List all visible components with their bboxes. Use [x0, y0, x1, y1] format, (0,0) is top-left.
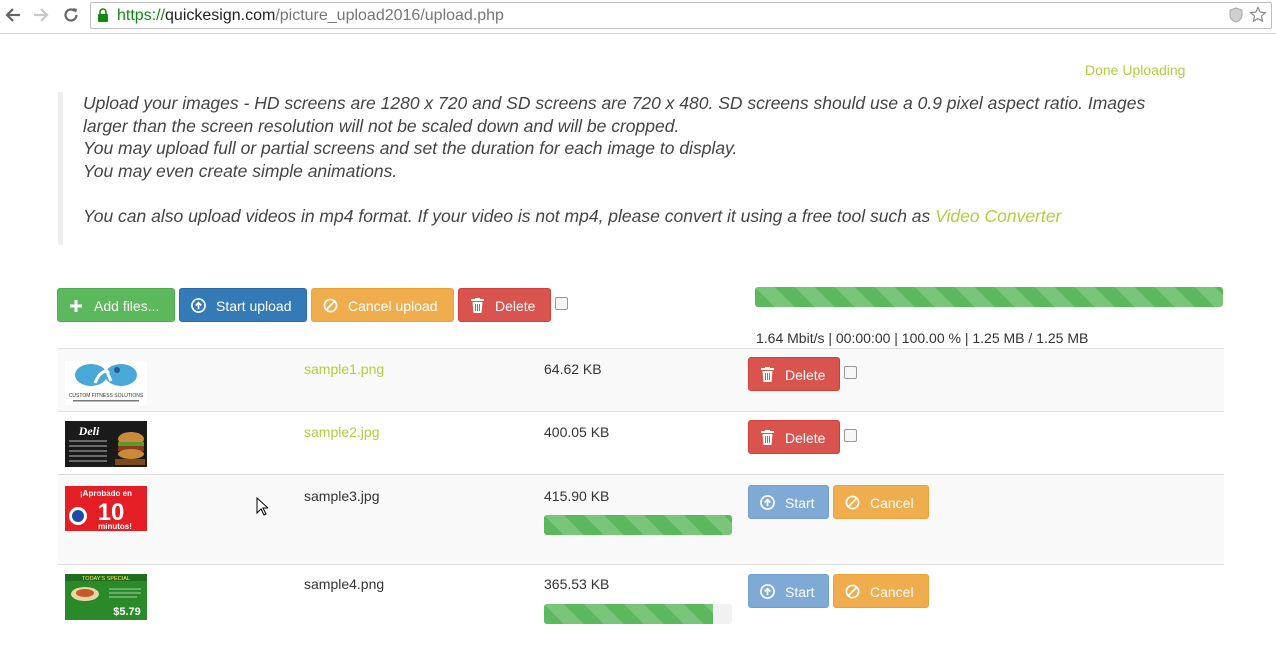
info-line: larger than the screen resolution will n… [83, 115, 680, 136]
star-icon[interactable] [1249, 6, 1267, 24]
file-row: Deli sample2.jpg 400.05 KB Delete [58, 411, 1224, 475]
forward-arrow-icon[interactable] [31, 6, 51, 26]
file-progress-fill [544, 604, 714, 624]
file-row: CUSTOM FITNESS SOLUTIONS sample1.png 64.… [58, 348, 1224, 412]
address-bar[interactable]: https://quickesign.com/picture_upload201… [90, 2, 1272, 29]
ban-icon [844, 575, 860, 609]
video-info-text: You can also upload videos in mp4 format… [83, 205, 936, 226]
trash-icon [759, 358, 775, 392]
video-info: You can also upload videos in mp4 format… [63, 205, 1203, 228]
lock-icon [97, 8, 109, 22]
upload-instructions: Upload your images - HD screens are 1280… [58, 92, 1203, 245]
row-checkbox[interactable] [844, 429, 857, 442]
file-row: ¡Aprobado en 10 minutos! sample3.jpg 415… [58, 474, 1224, 565]
trash-icon [469, 289, 485, 323]
url-scheme: https:// [117, 7, 166, 24]
url-host: quickesign.com [165, 7, 276, 24]
info-line: You may upload full or partial screens a… [83, 138, 738, 158]
upload-circle-icon [190, 289, 206, 323]
thumbnail-sample1[interactable]: CUSTOM FITNESS SOLUTIONS [65, 361, 147, 405]
file-name: sample4.png [304, 576, 385, 592]
delete-label: Delete [785, 430, 826, 446]
reload-icon[interactable] [61, 6, 81, 26]
file-progress-fill [544, 515, 732, 535]
global-progress-fill [755, 287, 1223, 307]
thumb3-bottom: minutos! [98, 522, 132, 531]
file-row: TODAY'S SPECIAL $5.79 sample4.png 365.53… [58, 564, 1224, 656]
start-label: Start [785, 584, 815, 600]
cancel-button[interactable]: Cancel [833, 485, 929, 519]
cancel-label: Cancel [870, 584, 914, 600]
thumb4-price: $5.79 [113, 606, 141, 618]
plus-icon [68, 289, 84, 323]
thumb2-title: Deli [78, 424, 100, 438]
upload-circle-icon [759, 575, 775, 609]
file-size: 64.62 KB [544, 361, 602, 377]
start-button[interactable]: Start [748, 485, 829, 519]
ban-icon [322, 289, 338, 323]
upload-stats: 1.64 Mbit/s | 00:00:00 | 100.00 % | 1.25… [756, 330, 1089, 346]
start-button[interactable]: Start [748, 574, 829, 608]
start-label: Start [785, 495, 815, 511]
file-name[interactable]: sample2.jpg [304, 424, 380, 440]
mouse-cursor-icon [256, 496, 270, 517]
thumbnail-sample2[interactable]: Deli [65, 421, 147, 467]
global-progress-bar [755, 287, 1223, 307]
row-checkbox[interactable] [844, 366, 857, 379]
url-text: https://quickesign.com/picture_upload201… [117, 6, 504, 25]
file-size: 365.53 KB [544, 576, 610, 592]
cancel-label: Cancel [870, 495, 914, 511]
add-files-label: Add files... [94, 298, 160, 314]
browser-toolbar: https://quickesign.com/picture_upload201… [0, 0, 1276, 34]
delete-selected-button[interactable]: Delete [458, 288, 551, 322]
cancel-upload-button[interactable]: Cancel upload [311, 288, 454, 322]
back-arrow-icon[interactable] [3, 6, 23, 26]
thumb4-header: TODAY'S SPECIAL [82, 576, 130, 582]
add-files-button[interactable]: Add files... [57, 288, 175, 322]
file-name: sample3.jpg [304, 488, 380, 504]
thumb3-top: ¡Aprobado en [80, 489, 132, 498]
delete-button[interactable]: Delete [748, 357, 840, 391]
ban-icon [844, 486, 860, 520]
done-uploading-link[interactable]: Done Uploading [1085, 62, 1185, 78]
file-progress-bar [544, 604, 732, 624]
delete-button[interactable]: Delete [748, 420, 840, 454]
start-upload-label: Start upload [216, 298, 292, 314]
thumbnail-sample4[interactable]: TODAY'S SPECIAL $5.79 [65, 574, 147, 620]
file-progress-bar [544, 515, 732, 535]
cancel-upload-label: Cancel upload [348, 298, 438, 314]
file-size: 415.90 KB [544, 488, 610, 504]
cancel-button[interactable]: Cancel [833, 574, 929, 608]
video-converter-link[interactable]: Video Converter [935, 206, 1061, 226]
start-upload-button[interactable]: Start upload [179, 288, 307, 322]
delete-selected-label: Delete [495, 298, 536, 314]
delete-label: Delete [785, 367, 826, 383]
select-all-checkbox[interactable] [555, 297, 568, 310]
upload-circle-icon [759, 486, 775, 520]
file-size: 400.05 KB [544, 424, 610, 440]
thumbnail-sample3[interactable]: ¡Aprobado en 10 minutos! [65, 486, 147, 531]
info-line: You may even create simple animations. [83, 160, 398, 181]
thumb1-caption: CUSTOM FITNESS SOLUTIONS [69, 393, 144, 399]
shield-icon[interactable] [1227, 6, 1245, 24]
url-path: /picture_upload2016/upload.php [275, 7, 504, 24]
file-name[interactable]: sample1.png [304, 361, 384, 377]
trash-icon [759, 421, 775, 455]
info-line: Upload your images - HD screens are 1280… [83, 93, 1146, 113]
